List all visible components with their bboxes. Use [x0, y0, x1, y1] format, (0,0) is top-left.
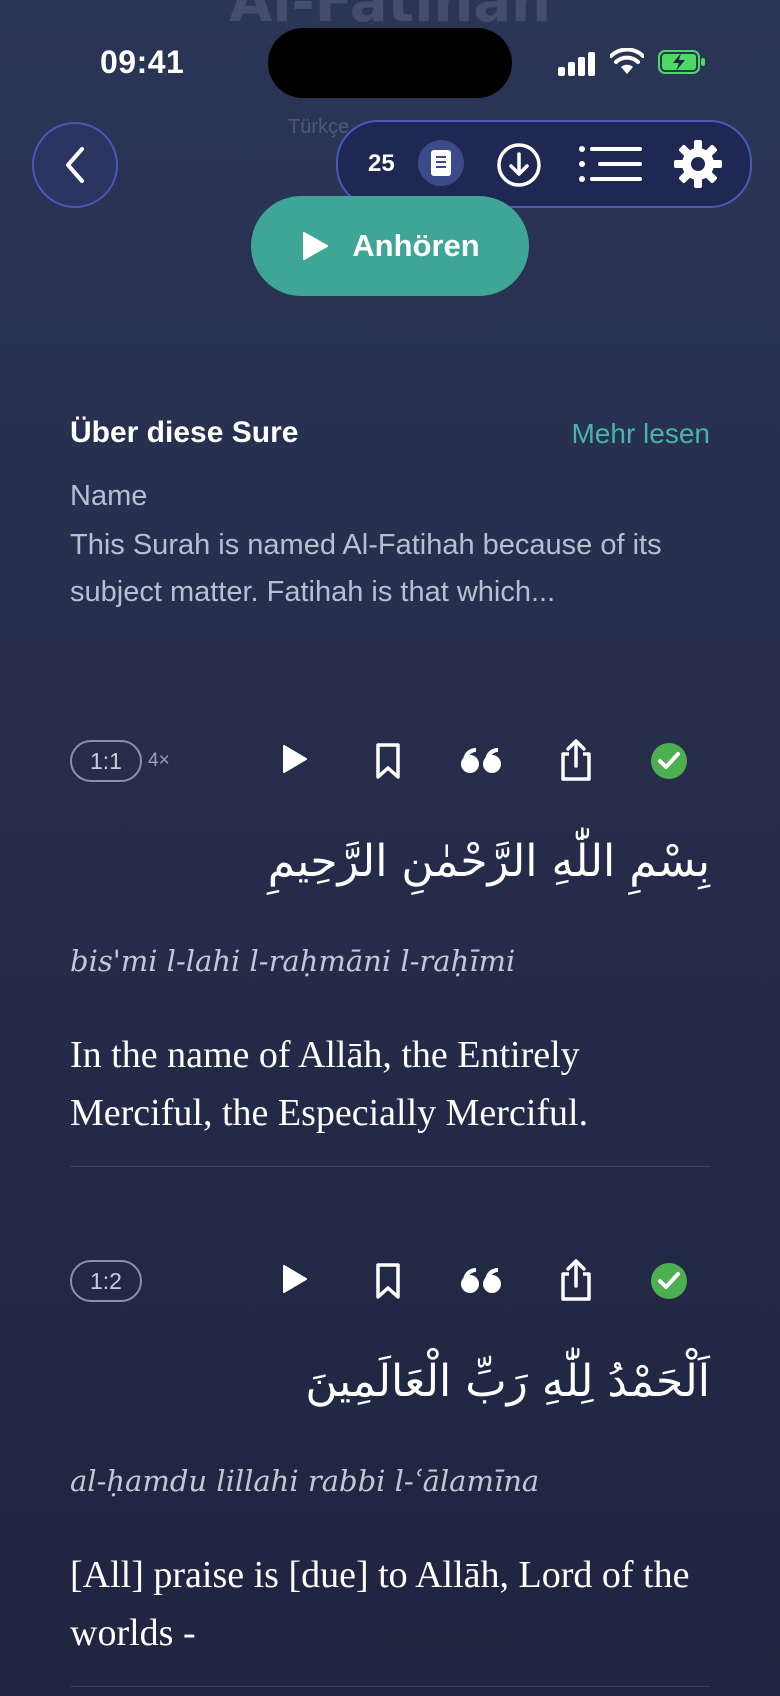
- completed-check-icon[interactable]: [650, 742, 688, 785]
- chevron-left-icon: [66, 147, 84, 183]
- back-button[interactable]: [32, 122, 118, 208]
- listen-label: Anhören: [352, 228, 480, 263]
- verse-translation: In the name of Allāh, the Entirely Merci…: [70, 1034, 589, 1134]
- status-bar: 09:41: [0, 0, 780, 110]
- about-name-label: Name: [70, 480, 148, 512]
- quote-icon[interactable]: [460, 746, 504, 781]
- language-label-ghost: Türkçe: [288, 116, 350, 138]
- battery-charging-icon: [658, 50, 705, 74]
- repeat-count: 4×: [148, 750, 170, 771]
- bookmark-icon[interactable]: [374, 742, 402, 785]
- wifi-icon: [609, 47, 645, 76]
- share-icon[interactable]: [558, 738, 594, 787]
- completed-check-icon[interactable]: [650, 1262, 688, 1305]
- dynamic-island: [268, 28, 512, 98]
- play-verse-icon[interactable]: [280, 1262, 310, 1301]
- verse-translation: [All] praise is [due] to Allāh, Lord of …: [70, 1554, 690, 1654]
- page-icon[interactable]: [418, 140, 464, 186]
- table-of-contents-icon[interactable]: [578, 144, 642, 189]
- settings-gear-icon[interactable]: [672, 138, 724, 195]
- play-verse-icon[interactable]: [280, 742, 310, 781]
- verse-ref-badge[interactable]: 1:1: [70, 740, 142, 782]
- about-title: Über diese Sure: [70, 416, 299, 449]
- play-icon: [303, 232, 329, 260]
- listen-button[interactable]: Anhören: [251, 196, 529, 296]
- verse-ref-badge[interactable]: 1:2: [70, 1260, 142, 1302]
- share-icon[interactable]: [558, 1258, 594, 1307]
- page-number[interactable]: 25: [368, 150, 395, 178]
- verse-divider: [70, 1166, 710, 1167]
- read-more-link[interactable]: Mehr lesen: [571, 418, 710, 450]
- quote-icon[interactable]: [460, 1266, 504, 1301]
- status-time: 09:41: [100, 44, 185, 80]
- verse-arabic: بِسْمِ اللّٰهِ الرَّحْمٰنِ الرَّحِيمِ: [267, 836, 710, 887]
- verse-controls: 1:1 4×: [70, 738, 720, 786]
- top-toolbar: 25: [336, 120, 752, 208]
- download-icon[interactable]: [496, 142, 542, 193]
- verse-arabic: اَلْحَمْدُ لِلّٰهِ رَبِّ الْعَالَمِينَ: [305, 1356, 710, 1407]
- verse-divider: [70, 1686, 710, 1687]
- cellular-signal-icon: [558, 50, 598, 76]
- verse-controls: 1:2: [70, 1258, 720, 1306]
- verse-transliteration: bis'mi l-lahi l-raḥmāni l-raḥīmi: [70, 944, 516, 978]
- verse-transliteration: al-ḥamdu lillahi rabbi l-ʿālamīna: [70, 1464, 540, 1498]
- about-summary: This Surah is named Al-Fatihah because o…: [70, 529, 662, 608]
- bookmark-icon[interactable]: [374, 1262, 402, 1305]
